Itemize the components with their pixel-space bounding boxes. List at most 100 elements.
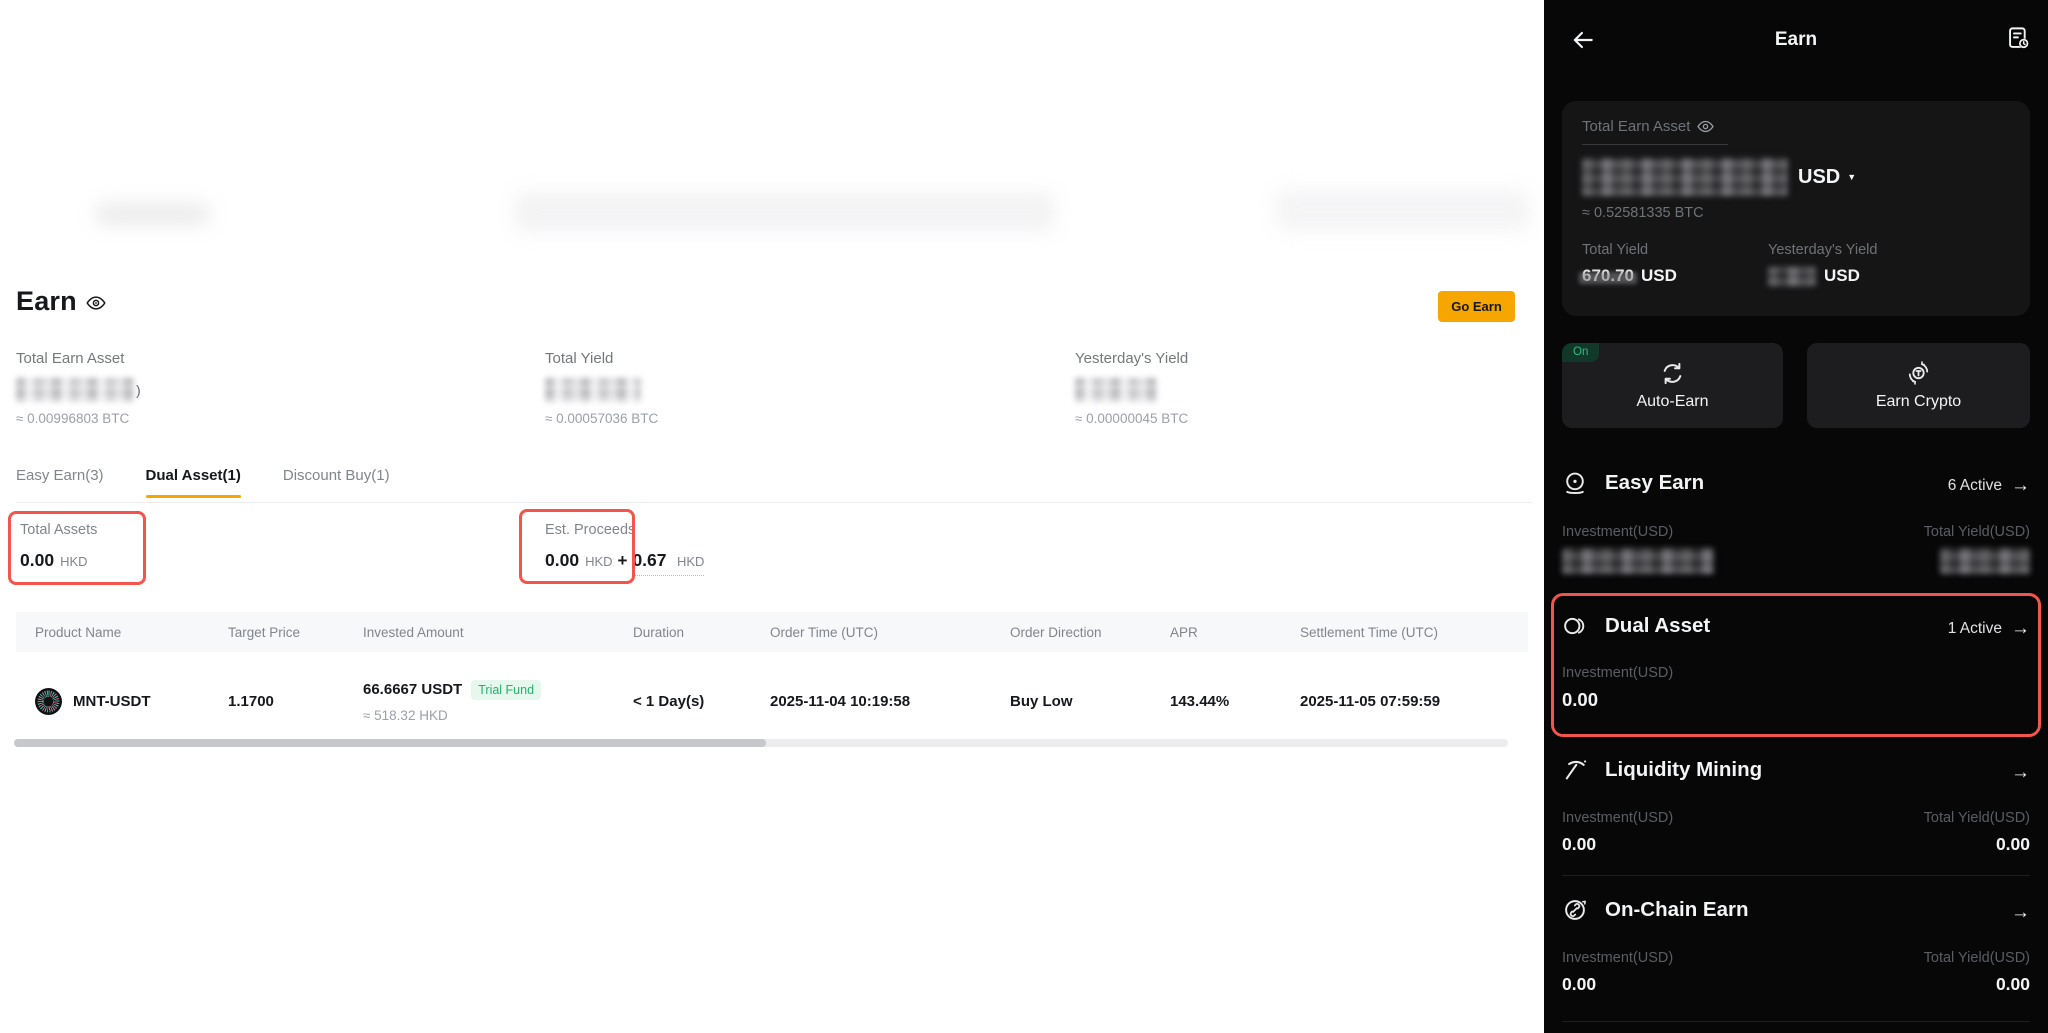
- investment-value: 0.00: [1562, 689, 1598, 711]
- settlement-time-cell: 2025-11-05 07:59:59: [1300, 693, 1528, 710]
- yesterday-yield-col: Yesterday's Yield USD: [1768, 242, 1954, 286]
- yesterday-yield-currency: USD: [1824, 266, 1860, 286]
- est-proceeds-currency: HKD: [585, 554, 612, 569]
- earn-crypto-button[interactable]: Earn Crypto: [1807, 343, 2030, 428]
- tab-easy-earn[interactable]: Easy Earn(3): [16, 467, 104, 498]
- visibility-eye-icon[interactable]: [86, 293, 106, 313]
- earn-crypto-coin-icon: [1906, 361, 1931, 386]
- horizontal-scrollbar-track[interactable]: [14, 739, 1508, 747]
- caret-down-icon[interactable]: ▼: [1847, 172, 1856, 182]
- total-yield-col: Total Yield 670.70 USD: [1582, 242, 1768, 286]
- redacted-value: [1075, 378, 1157, 402]
- blur-artifact: [1275, 190, 1530, 230]
- investment-value: 0.00: [1562, 834, 1596, 855]
- col-product-name: Product Name: [16, 625, 228, 640]
- paren-artifact: ): [136, 382, 141, 398]
- total-assets-value: 0.00 HKD: [20, 550, 88, 571]
- on-badge: On: [1562, 343, 1599, 362]
- redacted-value: [16, 378, 134, 402]
- col-duration: Duration: [633, 625, 770, 640]
- section-easy-earn[interactable]: Easy Earn: [1562, 470, 1704, 496]
- easy-earn-active-link[interactable]: 6 Active →: [1948, 475, 2030, 497]
- apr-cell: 143.44%: [1170, 693, 1300, 710]
- visibility-eye-icon[interactable]: [1697, 118, 1714, 135]
- arrow-right-icon: →: [2011, 902, 2030, 924]
- stat-btc-approx: ≈ 0.00996803 BTC: [16, 411, 316, 426]
- stat-label: Total Earn Asset: [16, 350, 316, 367]
- total-assets-amount: 0.00: [20, 550, 54, 571]
- divider: [1562, 1021, 2030, 1022]
- earn-crypto-label: Earn Crypto: [1876, 393, 1961, 411]
- divider: [1562, 875, 2030, 876]
- tab-dual-asset[interactable]: Dual Asset(1): [146, 467, 241, 498]
- section-title: Liquidity Mining: [1605, 758, 1762, 782]
- redacted-balance: [1582, 158, 1788, 196]
- dual-asset-active-link[interactable]: 1 Active →: [1948, 618, 2030, 640]
- active-count: 6 Active: [1948, 477, 2002, 495]
- investment-label: Investment(USD): [1562, 524, 1673, 540]
- plus-sign: +: [618, 551, 628, 571]
- dual-asset-table: Product Name Target Price Invested Amoun…: [16, 612, 1528, 740]
- mobile-page-title: Earn: [1544, 29, 2048, 51]
- arrow-right-icon: →: [2011, 762, 2030, 784]
- btc-approx: ≈ 0.52581335 BTC: [1582, 205, 2010, 221]
- order-time-cell: 2025-11-04 10:19:58: [770, 693, 1010, 710]
- investment-label: Investment(USD): [1562, 810, 1673, 826]
- redacted-value: [1940, 548, 2030, 574]
- col-settlement-time: Settlement Time (UTC): [1300, 625, 1528, 640]
- section-on-chain-earn[interactable]: On-Chain Earn: [1562, 897, 1749, 923]
- total-yield-label: Total Yield: [1582, 242, 1768, 258]
- product-cell: MNT-USDT: [16, 688, 228, 715]
- go-earn-button[interactable]: Go Earn: [1438, 291, 1515, 322]
- trial-fund-badge: Trial Fund: [471, 680, 541, 700]
- redacted-value: [545, 378, 641, 402]
- section-dual-asset[interactable]: Dual Asset: [1562, 613, 1710, 639]
- yesterday-yield-label: Yesterday's Yield: [1768, 242, 1954, 258]
- liquidity-mining-pickaxe-icon: [1562, 757, 1588, 783]
- stat-btc-approx: ≈ 0.00057036 BTC: [545, 411, 845, 426]
- partially-redacted-value: 670.70: [1582, 266, 1634, 286]
- investment-label: Investment(USD): [1562, 665, 1673, 681]
- mobile-header: Earn: [1544, 0, 2048, 78]
- auto-earn-label: Auto-Earn: [1636, 393, 1708, 411]
- arrow-right-icon: →: [2011, 475, 2030, 497]
- fiat-currency-selector[interactable]: USD: [1798, 166, 1840, 189]
- stat-label: Total Yield: [545, 350, 845, 367]
- section-liquidity-mining[interactable]: Liquidity Mining: [1562, 757, 1762, 783]
- on-chain-earn-icon: [1562, 897, 1588, 923]
- active-count: 1 Active: [1948, 620, 2002, 638]
- est-proceeds-label: Est. Proceeds: [545, 522, 635, 538]
- blur-overlay: [1579, 272, 1637, 284]
- yield-label: Total Yield(USD): [1924, 950, 2030, 966]
- on-chain-earn-link[interactable]: →: [2011, 902, 2030, 924]
- auto-earn-button[interactable]: On Auto-Earn: [1562, 343, 1783, 428]
- product-name: MNT-USDT: [73, 693, 151, 710]
- invested-hkd-approx: ≈ 518.32 HKD: [363, 708, 633, 723]
- page-title: Earn: [16, 286, 77, 317]
- tab-discount-buy[interactable]: Discount Buy(1): [283, 467, 390, 498]
- arrow-right-icon: →: [2011, 618, 2030, 640]
- earn-tabs: Easy Earn(3) Dual Asset(1) Discount Buy(…: [16, 467, 390, 498]
- stat-btc-approx: ≈ 0.00000045 BTC: [1075, 411, 1375, 426]
- divider: [16, 502, 1532, 503]
- redacted-value: [1562, 548, 1714, 574]
- earn-split-view: Earn Go Earn Total Earn Asset ) ≈ 0.0099…: [0, 0, 2048, 1033]
- total-earn-asset-card: Total Earn Asset USD ▼ ≈ 0.52581335 BTC …: [1562, 101, 2030, 316]
- col-apr: APR: [1170, 625, 1300, 640]
- asset-card-label: Total Earn Asset: [1582, 118, 1690, 135]
- investment-label: Investment(USD): [1562, 950, 1673, 966]
- yield-label: Total Yield(USD): [1924, 810, 2030, 826]
- order-history-icon[interactable]: [2005, 25, 2032, 52]
- horizontal-scrollbar-thumb[interactable]: [14, 739, 766, 747]
- table-row: MNT-USDT 1.1700 66.6667 USDT Trial Fund …: [16, 662, 1528, 740]
- liquidity-mining-link[interactable]: →: [2011, 762, 2030, 784]
- invested-amount: 66.6667 USDT: [363, 681, 462, 698]
- blur-artifact: [515, 192, 1055, 232]
- asset-label-row: Total Earn Asset: [1582, 118, 1728, 145]
- easy-earn-icon: [1562, 470, 1588, 496]
- blur-artifact: [95, 203, 210, 225]
- yield-value: 0.00: [1996, 974, 2030, 995]
- duration-cell: < 1 Day(s): [633, 693, 770, 710]
- col-order-direction: Order Direction: [1010, 625, 1170, 640]
- order-direction-cell: Buy Low: [1010, 693, 1170, 710]
